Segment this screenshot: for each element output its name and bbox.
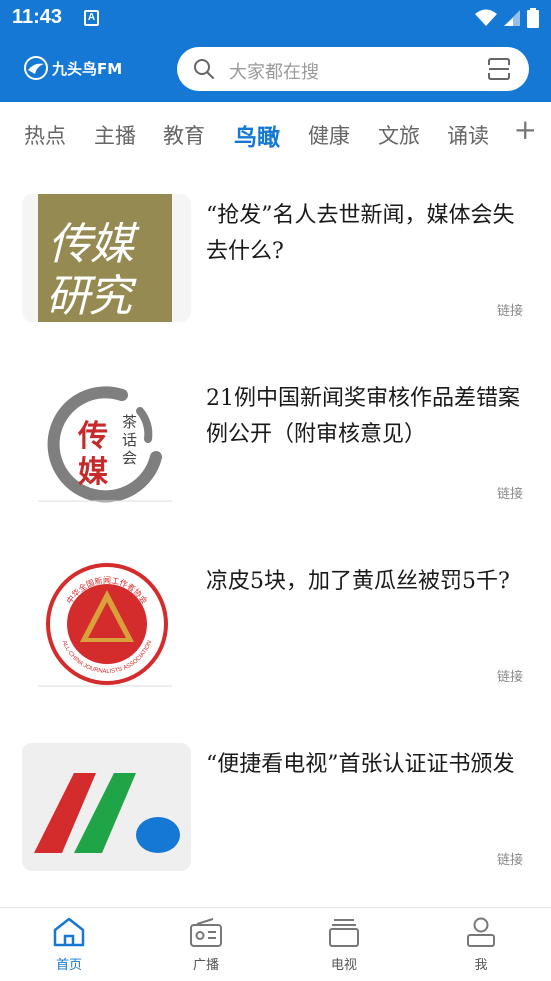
signal-icon bbox=[504, 10, 520, 26]
nav-radio[interactable]: 广播 bbox=[166, 916, 246, 973]
search-placeholder: 大家都在搜 bbox=[229, 62, 319, 83]
link-tag[interactable]: 链接 bbox=[497, 849, 523, 868]
article-thumbnail bbox=[22, 743, 191, 871]
tab-reading[interactable]: 诵读 bbox=[447, 120, 489, 150]
list-item[interactable]: 传媒 研究 “抢发”名人去世新闻，媒体会失去什么? 链接 bbox=[0, 184, 551, 344]
article-thumbnail: 传 媒 茶话会 bbox=[22, 377, 191, 505]
media-research-logo: 传媒 研究 bbox=[38, 194, 172, 322]
app-logo[interactable]: 九头鸟FM bbox=[24, 56, 122, 80]
nav-me-label: 我 bbox=[474, 958, 488, 973]
profile-icon bbox=[467, 917, 495, 947]
article-title[interactable]: 21例中国新闻奖审核作品差错案例公开（附审核意见） bbox=[206, 381, 526, 453]
article-thumbnail: 中华全国新闻工作者协会 ALL-CHINA JOURNALISTS ASSOCI… bbox=[22, 560, 191, 688]
search-icon bbox=[194, 59, 214, 79]
nav-tv-label: 电视 bbox=[330, 958, 357, 973]
tv-icon bbox=[329, 919, 359, 947]
article-title[interactable]: “抢发”名人去世新闻，媒体会失去什么? bbox=[206, 198, 526, 270]
nav-tv[interactable]: 电视 bbox=[304, 916, 384, 973]
scan-icon[interactable] bbox=[487, 57, 511, 81]
category-tabs: 热点 主播 教育 鸟瞰 健康 文旅 诵读 + bbox=[0, 102, 551, 164]
list-item[interactable]: 传 媒 茶话会 21例中国新闻奖审核作品差错案例公开（附审核意见） 链接 bbox=[0, 367, 551, 527]
list-item[interactable]: 中华全国新闻工作者协会 ALL-CHINA JOURNALISTS ASSOCI… bbox=[0, 550, 551, 710]
wifi-icon bbox=[475, 9, 497, 26]
link-tag[interactable]: 链接 bbox=[497, 300, 523, 319]
home-icon bbox=[53, 917, 85, 947]
tab-health[interactable]: 健康 bbox=[308, 120, 350, 150]
bird-logo-icon bbox=[24, 56, 48, 80]
thumb-text-line2: 研究 bbox=[46, 271, 132, 322]
tab-hot[interactable]: 热点 bbox=[24, 120, 66, 150]
tv-brand-logo bbox=[34, 773, 180, 853]
article-title[interactable]: 凉皮5块，加了黄瓜丝被罚5千? bbox=[206, 564, 526, 600]
article-thumbnail: 传媒 研究 bbox=[22, 194, 191, 322]
app-bar: 九头鸟FM 大家都在搜 bbox=[0, 36, 551, 102]
tab-culture-travel[interactable]: 文旅 bbox=[378, 120, 420, 150]
tab-education[interactable]: 教育 bbox=[163, 120, 205, 150]
link-tag[interactable]: 链接 bbox=[497, 483, 523, 502]
logo-text: 九头鸟FM bbox=[52, 59, 123, 78]
nav-home[interactable]: 首页 bbox=[29, 916, 109, 973]
list-item[interactable]: “便捷看电视”首张认证证书颁发 链接 bbox=[0, 733, 551, 893]
bottom-navigation: 首页 广播 电视 我 bbox=[0, 907, 551, 981]
thumb-teahouse-text: 茶话会 bbox=[122, 413, 138, 467]
nav-me[interactable]: 我 bbox=[441, 916, 521, 973]
status-bar: 11:43 A bbox=[0, 0, 551, 36]
nav-home-label: 首页 bbox=[55, 958, 82, 973]
add-tab-button[interactable]: + bbox=[514, 116, 537, 144]
nav-radio-label: 广播 bbox=[192, 958, 219, 973]
link-tag[interactable]: 链接 bbox=[497, 666, 523, 685]
status-icons bbox=[475, 8, 539, 28]
radio-icon bbox=[190, 918, 222, 947]
status-time: 11:43 bbox=[12, 6, 63, 28]
tab-anchor[interactable]: 主播 bbox=[94, 120, 136, 150]
acja-emblem-logo: 中华全国新闻工作者协会 ALL-CHINA JOURNALISTS ASSOCI… bbox=[38, 563, 172, 687]
battery-icon bbox=[527, 8, 539, 28]
article-title[interactable]: “便捷看电视”首张认证证书颁发 bbox=[206, 747, 526, 783]
tab-overview[interactable]: 鸟瞰 bbox=[234, 118, 280, 152]
notification-icon: A bbox=[84, 10, 99, 26]
search-box[interactable]: 大家都在搜 bbox=[177, 47, 529, 91]
thumb-char-mei: 媒 bbox=[78, 455, 108, 490]
